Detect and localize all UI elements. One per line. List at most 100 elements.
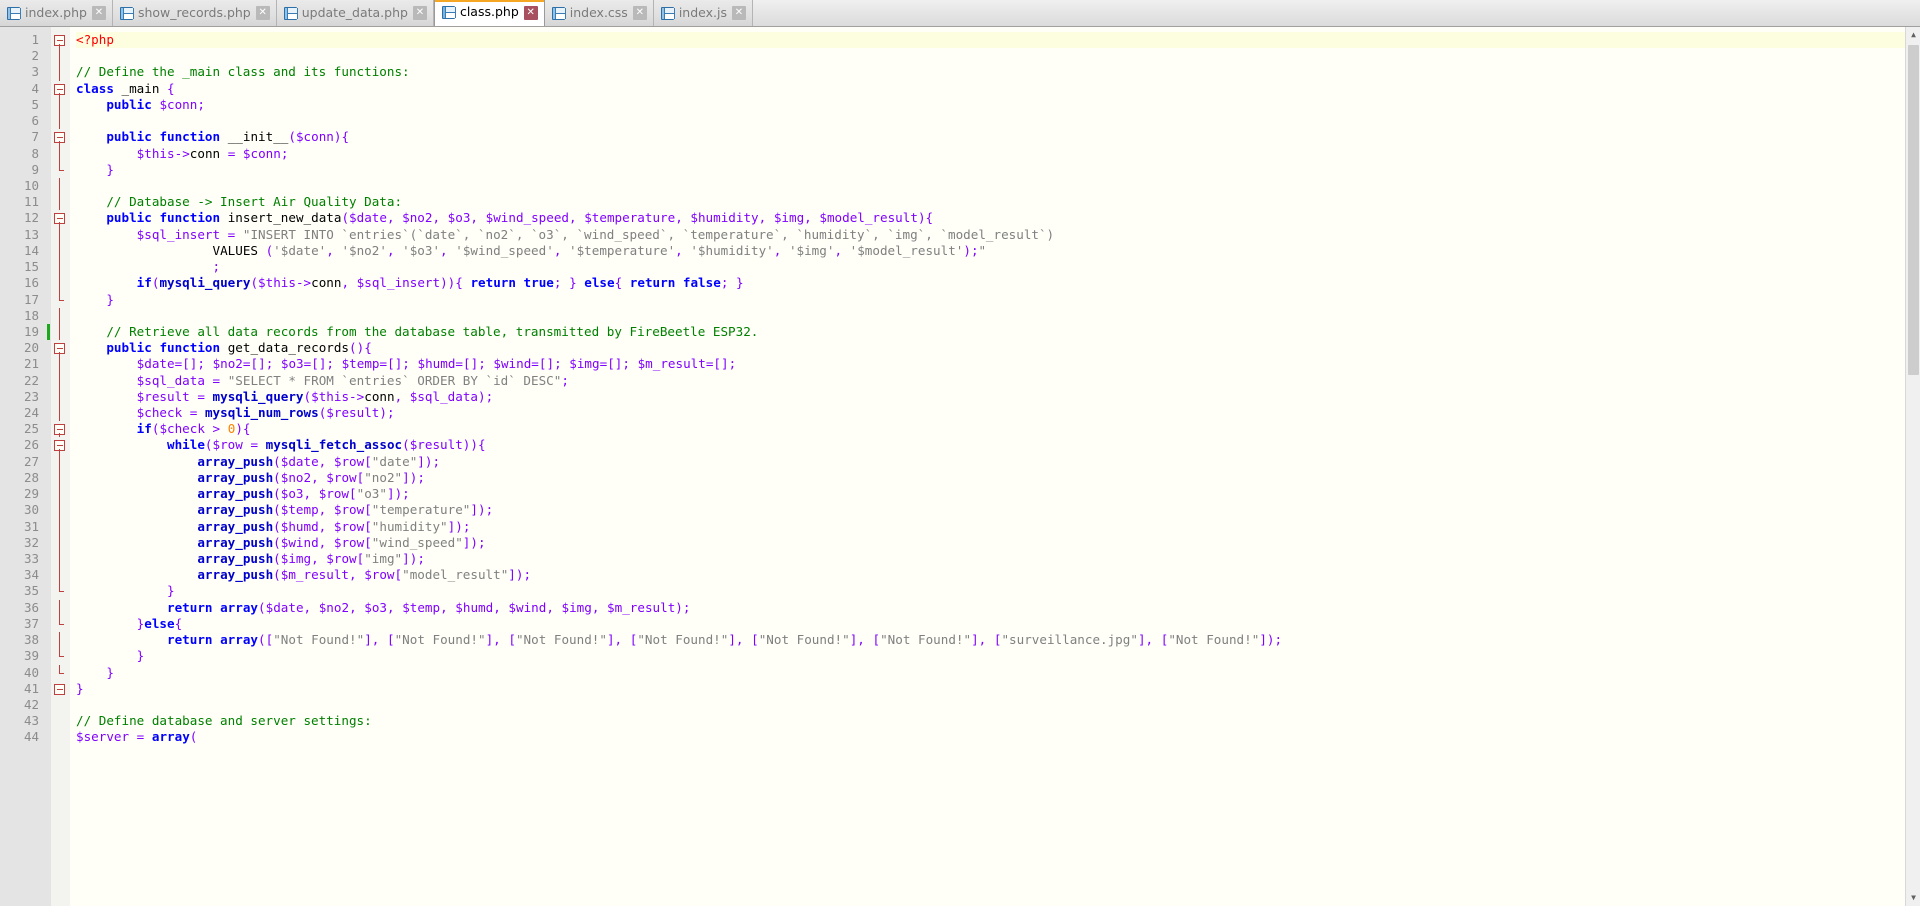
fold-end-marker [51, 648, 70, 664]
code-line[interactable]: public $conn; [76, 97, 1920, 113]
code-line[interactable]: public function __init__($conn){ [76, 129, 1920, 145]
code-line[interactable]: // Database -> Insert Air Quality Data: [76, 194, 1920, 210]
close-icon[interactable]: ✕ [732, 6, 746, 20]
tab-update-data-php[interactable]: update_data.php ✕ [276, 0, 434, 26]
code-line[interactable]: } [76, 648, 1920, 664]
tab-index-css[interactable]: index.css ✕ [544, 0, 654, 26]
code-line[interactable] [76, 113, 1920, 129]
tab-index-php[interactable]: index.php ✕ [0, 0, 113, 26]
code-line[interactable]: // Define the _main class and its functi… [76, 64, 1920, 80]
code-line[interactable]: $check = mysqli_num_rows($result); [76, 405, 1920, 421]
code-line[interactable]: // Define database and server settings: [76, 713, 1920, 729]
close-icon[interactable]: ✕ [412, 6, 427, 20]
code-line[interactable]: if($check > 0){ [76, 421, 1920, 437]
code-line[interactable]: <?php [76, 32, 1920, 49]
fold-toggle-icon[interactable] [51, 340, 70, 357]
code-line[interactable] [76, 697, 1920, 713]
line-number: 13 [23, 226, 39, 242]
code-line[interactable]: return array($date, $no2, $o3, $temp, $h… [76, 600, 1920, 616]
fold-toggle-icon[interactable] [51, 129, 70, 146]
scroll-up-arrow[interactable]: ▲ [1906, 27, 1920, 43]
code-line[interactable]: array_push($humd, $row["humidity"]); [76, 519, 1920, 535]
fold-toggle-icon[interactable] [51, 81, 70, 97]
code-line[interactable]: array_push($img, $row["img"]); [76, 551, 1920, 567]
code-line[interactable]: } [76, 583, 1920, 599]
fold-toggle-icon[interactable] [51, 681, 70, 697]
code-line[interactable] [76, 178, 1920, 194]
code-line[interactable]: array_push($date, $row["date"]); [76, 454, 1920, 470]
code-line[interactable]: $this->conn = $conn; [76, 146, 1920, 162]
scrollbar-thumb[interactable] [1908, 45, 1919, 375]
code-line[interactable]: array_push($temp, $row["temperature"]); [76, 502, 1920, 518]
fold-margin-cell [51, 713, 70, 729]
code-line[interactable]: array_push($m_result, $row["model_result… [76, 567, 1920, 583]
floppy-disk-icon [551, 6, 566, 20]
close-icon[interactable]: ✕ [523, 5, 538, 20]
change-marker [47, 323, 50, 341]
code-line[interactable]: $date=[]; $no2=[]; $o3=[]; $temp=[]; $hu… [76, 356, 1920, 372]
code-line[interactable]: if(mysqli_query($this->conn, $sql_insert… [76, 275, 1920, 291]
line-number: 27 [23, 453, 39, 469]
line-number: 43 [23, 713, 39, 729]
code-line[interactable]: }else{ [76, 616, 1920, 632]
line-number: 26 [23, 437, 39, 453]
line-number: 39 [23, 648, 39, 664]
fold-toggle-icon[interactable] [51, 210, 70, 227]
code-line[interactable]: VALUES ('$date', '$no2', '$o3', '$wind_s… [76, 243, 1920, 259]
code-line[interactable]: ; [76, 259, 1920, 275]
floppy-disk-icon [119, 6, 134, 20]
line-number: 17 [23, 291, 39, 307]
scroll-down-arrow[interactable]: ▼ [1906, 890, 1920, 906]
close-icon[interactable]: ✕ [632, 6, 647, 20]
code-line[interactable]: } [76, 681, 1920, 697]
fold-margin-cell [51, 518, 70, 535]
code-line[interactable]: array_push($no2, $row["no2"]); [76, 470, 1920, 486]
code-line[interactable]: $result = mysqli_query($this->conn, $sql… [76, 389, 1920, 405]
fold-toggle-icon[interactable] [51, 32, 70, 49]
code-line[interactable]: while($row = mysqli_fetch_assoc($result)… [76, 437, 1920, 453]
code-line[interactable]: } [76, 162, 1920, 178]
code-line[interactable]: } [76, 665, 1920, 681]
fold-toggle-icon[interactable] [51, 421, 70, 438]
vertical-scrollbar[interactable]: ▲ ▼ [1905, 27, 1920, 906]
code-line[interactable]: class _main { [76, 81, 1920, 97]
code-line[interactable]: $sql_insert = "INSERT INTO `entries`(`da… [76, 227, 1920, 243]
code-line[interactable] [76, 48, 1920, 64]
fold-margin-cell [51, 323, 70, 341]
close-icon[interactable]: ✕ [91, 6, 106, 20]
line-number: 36 [23, 599, 39, 615]
tab-show-records-php[interactable]: show_records.php ✕ [112, 0, 277, 26]
fold-end-marker [51, 161, 70, 178]
code-line[interactable]: $server = array( [76, 729, 1920, 745]
line-number: 3 [31, 64, 39, 80]
line-number: 30 [23, 502, 39, 518]
fold-toggle-icon[interactable] [51, 437, 70, 454]
line-number: 28 [23, 469, 39, 485]
fold-end-marker [51, 664, 70, 681]
tab-index-js[interactable]: index.js ✕ [653, 0, 753, 26]
code-line[interactable]: // Retrieve all data records from the da… [76, 324, 1920, 340]
code-editor[interactable]: 1 2 3 4 5 6 7 8 9 10 11 12 13 14 15 16 17 18 19 20 21 22 23 24 2… [0, 27, 1920, 906]
tab-label: class.php [459, 4, 519, 20]
code-line[interactable]: array_push($wind, $row["wind_speed"]); [76, 535, 1920, 551]
line-number: 20 [23, 340, 39, 356]
code-line[interactable]: $sql_data = "SELECT * FROM `entries` ORD… [76, 373, 1920, 389]
tab-class-php[interactable]: class.php ✕ [433, 0, 545, 26]
code-line[interactable]: return array(["Not Found!"], ["Not Found… [76, 632, 1920, 648]
code-folding-margin[interactable] [51, 27, 70, 906]
close-icon[interactable]: ✕ [255, 6, 270, 20]
line-number-gutter: 1 2 3 4 5 6 7 8 9 10 11 12 13 14 15 16 17 18 19 20 21 22 23 24 2… [0, 27, 46, 906]
code-line[interactable] [76, 308, 1920, 324]
line-number: 35 [23, 583, 39, 599]
fold-margin-cell [51, 388, 70, 406]
fold-margin-cell [51, 599, 70, 616]
code-line[interactable]: public function get_data_records(){ [76, 340, 1920, 356]
code-text-area[interactable]: <?php // Define the _main class and its … [70, 27, 1920, 906]
fold-margin-cell [51, 307, 70, 324]
fold-margin-cell [51, 502, 70, 519]
fold-margin-cell [51, 632, 70, 649]
fold-end-marker [51, 583, 70, 599]
code-line[interactable]: public function insert_new_data($date, $… [76, 210, 1920, 226]
code-line[interactable]: array_push($o3, $row["o3"]); [76, 486, 1920, 502]
code-line[interactable]: } [76, 292, 1920, 308]
